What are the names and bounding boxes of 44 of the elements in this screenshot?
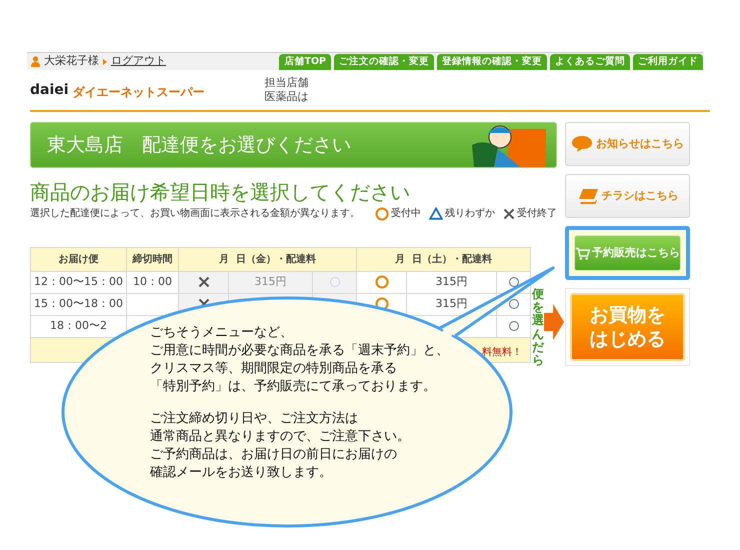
- arrow-icon: [544, 302, 564, 342]
- fee-text: 315円: [436, 275, 468, 288]
- column-header: 締切時間: [132, 254, 172, 265]
- nav-tab[interactable]: 店舗TOP: [279, 54, 331, 70]
- radio-button[interactable]: [508, 299, 518, 310]
- notice-button[interactable]: お知らせはこちら: [565, 122, 690, 166]
- page-heading: 商品のお届け希望日時を選択してください: [30, 180, 411, 204]
- legend-label: 残りわずか: [445, 206, 495, 221]
- deadline-time: 10：00: [133, 275, 172, 288]
- speech-bubble-icon: [571, 135, 593, 153]
- delivery-time: 18：00〜2: [50, 319, 107, 332]
- start-shopping-button[interactable]: お買物を はじめる: [570, 293, 685, 361]
- legend-label: 受付中: [391, 206, 421, 221]
- description-text: 選択した配達便によって、お買い物画面に表示される金額が異なります。: [30, 206, 360, 221]
- column-header: 月 日（土）・配達料: [395, 254, 492, 265]
- nav-tab[interactable]: よくあるご質問: [550, 54, 630, 70]
- free-shipping-note: 料無料！: [482, 347, 522, 358]
- fee-text: 315円: [254, 275, 286, 288]
- banner-title: 東大島店 配達便をお選びください: [47, 132, 351, 158]
- person-icon: [31, 56, 40, 67]
- logo: daiei ダイエーネットスーパー: [30, 80, 205, 100]
- store-info-text: 医薬品は: [264, 90, 309, 104]
- nav-tab[interactable]: 登録情報の確認・変更: [437, 54, 547, 70]
- radio-button[interactable]: [508, 321, 518, 332]
- callout-paragraph: ご注文締め切り日や、ご注文方法は 通常商品と異なりますので、ご注意下さい。 ご予約商品は、お届け日の前日にお届けの 確認メールをお送り致します。: [150, 410, 411, 482]
- reserve-button[interactable]: 予約販売はこちら: [574, 235, 681, 271]
- nav-tab[interactable]: ご注文の確認・変更: [334, 54, 434, 70]
- callout-paragraph: ごちそうメニューなど、 ご用意に時間が必要な商品を承る「週末予約」と、 クリスマス等、期間限定の特別商品を承る 「特別予約」は、予約販売にて承っております。: [150, 324, 449, 396]
- legend-label: 受付終了: [517, 206, 557, 221]
- user-name: 大栄花子様: [44, 53, 99, 70]
- delivery-time: 12：00〜15：00: [34, 275, 123, 288]
- arrow-icon: [103, 58, 107, 64]
- cart-icon: [575, 246, 590, 260]
- papers-icon: [576, 187, 598, 205]
- logout-link[interactable]: ログアウト: [111, 53, 166, 70]
- store-info-text: 担当店舗: [264, 76, 309, 90]
- column-header: お届け便: [58, 254, 98, 265]
- hint-text: 便を選んだら: [532, 288, 544, 368]
- flyer-button[interactable]: チラシはこちら: [565, 174, 690, 218]
- nav-tab[interactable]: ご利用ガイド: [633, 54, 703, 70]
- radio-button[interactable]: [508, 277, 518, 288]
- column-header: 月 日（金）・配達料: [219, 254, 316, 265]
- fee-text: 315円: [436, 297, 468, 310]
- delivery-time: 15：00〜18：00: [34, 297, 123, 310]
